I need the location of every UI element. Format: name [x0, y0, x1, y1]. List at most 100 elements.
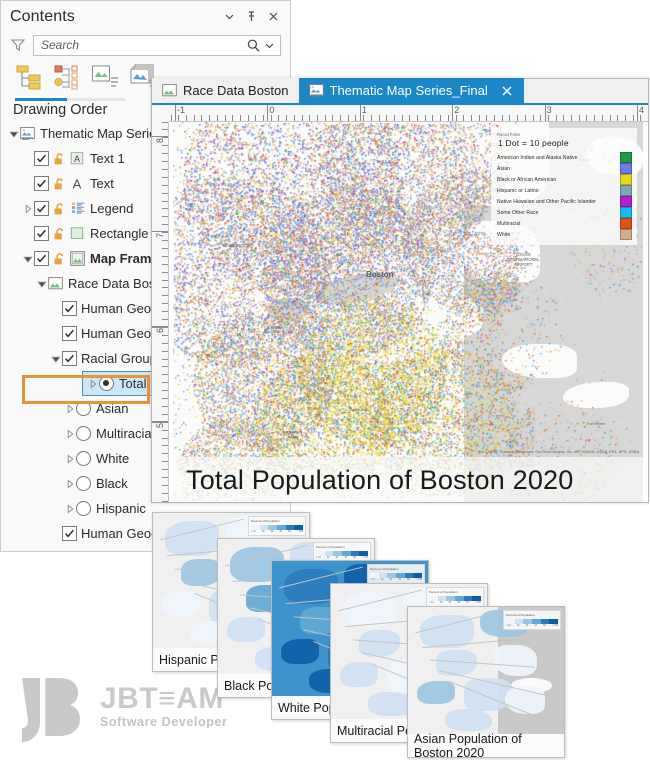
- thumbnail-legend-title: Percent of Population: [429, 590, 481, 594]
- map-title: Total Population of Boston 2020: [173, 465, 573, 496]
- search-input[interactable]: [41, 38, 246, 52]
- ruler-label: 1: [362, 105, 367, 115]
- pin-icon[interactable]: [240, 6, 262, 28]
- tab-race-data-boston[interactable]: Race Data Boston: [152, 78, 299, 103]
- legend-color-swatch: [620, 163, 632, 174]
- legend-item-label: Black or African American: [497, 177, 620, 183]
- layer-radio-button[interactable]: [76, 426, 91, 441]
- thumbnail-legend-title: Percent of Population: [370, 567, 422, 571]
- map-frame-icon: [70, 251, 85, 266]
- map-legend[interactable]: Racial Pules 1 Dot = 10 people American …: [491, 128, 637, 245]
- layer-tree-item-label: Rectangle: [90, 227, 149, 240]
- thumbnail-legend-title: Percent of Population: [251, 519, 303, 523]
- expander-collapse-icon[interactable]: [7, 127, 20, 140]
- expander-expand-icon[interactable]: [86, 377, 99, 390]
- tab-thematic-map-series-final[interactable]: Thematic Map Series_Final: [299, 78, 524, 103]
- dot-density-map[interactable]: Boston LOGAN INTERNATIONAL AIRPORT FRANKLIN P…: [173, 122, 643, 502]
- layer-radio-button[interactable]: [76, 451, 91, 466]
- expander-expand-icon[interactable]: [63, 402, 76, 415]
- search-box[interactable]: [33, 35, 281, 56]
- layer-radio-button[interactable]: [99, 376, 114, 391]
- thumbnail-legend-tick: 30: [390, 578, 393, 581]
- legend-item: Native Hawaiian and Other Pacific Island…: [497, 196, 632, 207]
- thumbnail-legend-tick: < 10: [506, 624, 511, 627]
- list-by-selection-icon[interactable]: [91, 64, 119, 90]
- logo-title: JBT≡AM: [100, 684, 228, 714]
- unlock-icon[interactable]: [53, 177, 67, 191]
- layer-tree-item-label: White: [96, 452, 129, 465]
- unlock-icon[interactable]: [53, 227, 67, 241]
- search-icon[interactable]: [246, 38, 261, 53]
- list-by-drawing-order-icon[interactable]: [15, 64, 43, 90]
- expander-expand-icon[interactable]: [21, 202, 34, 215]
- map-place-label: Fort Revere: [587, 422, 605, 426]
- close-icon[interactable]: [262, 6, 284, 28]
- expander-expand-icon[interactable]: [63, 452, 76, 465]
- legend-heading: 1 Dot = 10 people: [498, 138, 632, 148]
- layer-visibility-checkbox[interactable]: [62, 301, 77, 316]
- thumbnail-legend-ramp: [251, 525, 303, 530]
- layer-radio-button[interactable]: [76, 401, 91, 416]
- expander-collapse-icon[interactable]: [35, 277, 48, 290]
- list-by-data-source-icon[interactable]: [53, 64, 81, 90]
- map-window: Race Data Boston Thematic Map Series_Fina…: [151, 78, 649, 503]
- close-icon[interactable]: [500, 84, 514, 98]
- text-box-icon: A: [70, 151, 85, 166]
- chevron-down-icon[interactable]: [218, 6, 240, 28]
- tab-label: Thematic Map Series_Final: [330, 83, 488, 98]
- layer-visibility-checkbox[interactable]: [34, 251, 49, 266]
- layer-visibility-checkbox[interactable]: [34, 176, 49, 191]
- thumbnail-legend-tick: 40: [398, 578, 401, 581]
- unlock-icon[interactable]: [53, 202, 67, 216]
- vertical-ruler[interactable]: 8 7 6 5: [152, 122, 169, 502]
- thumbnail-legend-tick: 20: [381, 578, 384, 581]
- thumbnail-legend-tick: 50: [288, 530, 291, 533]
- legend-color-swatch: [620, 174, 632, 185]
- map-attribution: Esri, HERE, Garmin, SafeGraph, GeoTechno…: [479, 450, 639, 454]
- thumbnail-legend-tick: 20: [327, 556, 330, 559]
- map-icon: [162, 83, 177, 98]
- layer-radio-button[interactable]: [76, 501, 91, 516]
- layer-visibility-checkbox[interactable]: [34, 201, 49, 216]
- legend-color-swatch: [620, 207, 632, 218]
- thumbnail-map: Percent of Population < 10 20 30 40 50 > 100: [408, 607, 564, 734]
- expander-collapse-icon[interactable]: [21, 252, 34, 265]
- thumbnail-legend-title: Percent of Population: [316, 545, 368, 549]
- filter-icon[interactable]: [10, 37, 26, 53]
- thumbnail-legend-ticks: < 10 20 30 40 50 > 100: [370, 578, 422, 581]
- thumbnail-legend-tick: 30: [271, 530, 274, 533]
- layout-canvas[interactable]: Boston LOGAN INTERNATIONAL AIRPORT FRANKLIN P…: [169, 122, 648, 502]
- unlock-icon[interactable]: [53, 252, 67, 266]
- layer-visibility-checkbox[interactable]: [62, 526, 77, 541]
- layer-visibility-checkbox[interactable]: [62, 326, 77, 341]
- layer-tree-item-label: Total: [119, 377, 146, 390]
- expander-expand-icon[interactable]: [63, 502, 76, 515]
- jb-monogram-icon: [14, 676, 94, 746]
- layer-radio-button[interactable]: [76, 476, 91, 491]
- svg-text:A: A: [74, 154, 80, 164]
- thumbnail-legend: Percent of Population < 10 20 30 40 50 > 100: [313, 542, 371, 562]
- legend-item: Multiracial: [497, 218, 632, 229]
- series-thumbnail[interactable]: Percent of Population < 10 20 30 40 50 > 100 As…: [407, 606, 565, 758]
- unlock-icon[interactable]: [53, 152, 67, 166]
- layer-visibility-checkbox[interactable]: [62, 351, 77, 366]
- expander-expand-icon[interactable]: [63, 477, 76, 490]
- layer-visibility-checkbox[interactable]: [34, 151, 49, 166]
- logo-subtitle: Software Developer: [100, 715, 228, 729]
- ruler-label: 5: [155, 423, 165, 428]
- chevron-down-icon[interactable]: [263, 39, 276, 52]
- thumbnail-legend-ramp: [429, 596, 481, 601]
- text-a-icon: A: [70, 176, 85, 191]
- layer-visibility-checkbox[interactable]: [34, 226, 49, 241]
- thumbnail-legend-tick: 40: [344, 556, 347, 559]
- expander-expand-icon[interactable]: [63, 427, 76, 440]
- layout-icon: [20, 126, 35, 141]
- expander-collapse-icon[interactable]: [49, 352, 62, 365]
- thumbnail-legend-tick: 40: [534, 624, 537, 627]
- thumbnail-legend-tick: > 100: [416, 578, 422, 581]
- legend-item: Asian: [497, 163, 632, 174]
- rectangle-icon: [70, 226, 85, 241]
- tab-label: Race Data Boston: [183, 83, 289, 98]
- thumbnail-legend-tick: > 100: [552, 624, 558, 627]
- horizontal-ruler[interactable]: -1 0 1 2 3 4: [169, 105, 648, 122]
